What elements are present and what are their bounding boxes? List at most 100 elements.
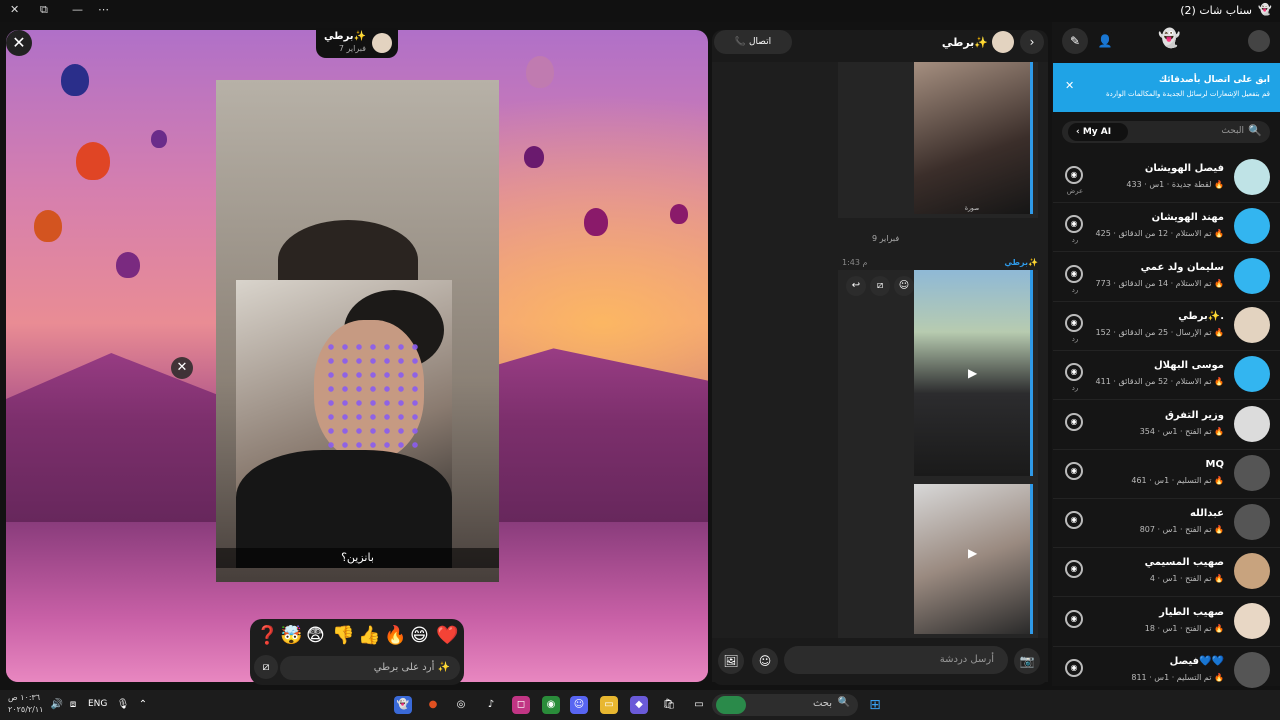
friend-status: تم الإرسال · 25 من الدقائق · 152 🔥 [1095,327,1224,337]
new-chat-icon[interactable]: ✎ [1062,28,1088,54]
taskbar: ١٠:٣٦ ص ٢٠٢٥/٢/١١ 🔊 ⧈ ENG 🎙 ⌃ 👻 ● ◎ ♪ ◻ … [0,690,1280,720]
chevron-right-icon[interactable]: › [1020,30,1044,54]
reply-icon[interactable]: ↩ [846,276,866,296]
friend-row[interactable]: برطي✨. تم الإرسال · 25 من الدقائق · 152 🔥… [1053,301,1280,351]
friend-name: مهند الهويشان [1151,212,1224,224]
copilot-icon[interactable]: ◆ [630,696,648,714]
camera-icon[interactable]: ◉ [1065,511,1083,530]
friend-row[interactable]: صهيب الطيار تم الفتح · 1س · 18 🔥 ◉ [1053,597,1280,647]
close-window-button[interactable]: ✕ [10,3,19,16]
friend-row[interactable]: فيصل الهويشان لقطة جديدة · 1س · 433 🔥 ◉ عرض [1053,153,1280,203]
play-icon: ▶ [968,366,978,380]
snapchat-logo-icon: 👻 [1158,28,1181,49]
chrome-icon[interactable]: ◉ [542,696,560,714]
close-viewer-button[interactable]: ✕ [6,30,32,56]
language-indicator[interactable]: ENG [88,699,107,709]
reaction-thumbs-down[interactable]: 👎 [332,625,354,646]
camera-icon[interactable]: 📷 [1014,648,1040,674]
chat-contact-name: برطي✨ [941,36,988,49]
instagram-icon[interactable]: ◻ [512,696,530,714]
task-view-icon[interactable]: ▭ [690,696,708,714]
media-message[interactable]: ↩ ⧄ ☺ ▶ ▶ [838,270,1038,660]
video-thumbnail[interactable]: ▶ [914,484,1033,634]
snapchat-app-icon[interactable]: 👻 [394,696,412,714]
date-separator: 9 فبراير [872,234,900,243]
reply-input[interactable]: أرد على برطي ✨ [280,656,460,680]
media-thumbnail[interactable]: صورة [914,62,1033,214]
friend-row[interactable]: فيصل💙💙 تم التسليم · 1س · 811 🔥 ◉ [1053,646,1280,696]
close-photo-button[interactable]: ✕ [171,357,193,379]
camera-icon[interactable]: ◉ [1065,166,1083,184]
friend-row[interactable]: صهيب المسيمي تم الفتح · 1س · 4 🔥 ◉ [1053,547,1280,598]
balloon-image [76,142,110,180]
friend-name: عبدالله [1189,508,1224,520]
app-icon[interactable]: ● [424,696,442,714]
banner-title: ابق على اتصال بأصدقائك [1158,75,1270,85]
call-button[interactable]: 📞 اتصال [714,30,792,54]
friend-row[interactable]: مهند الهويشان تم الاستلام · 12 من الدقائق… [1053,202,1280,253]
story-sender[interactable]: برطي✨ 7 فبراير [316,28,398,58]
friend-row[interactable]: MQ تم التسليم · 1س · 461 🔥 ◉ [1053,449,1280,499]
camera-icon[interactable]: ◉ [1065,412,1083,431]
microphone-icon[interactable]: 🎙 [114,696,132,714]
network-icon[interactable]: ⧈ [64,696,82,714]
gallery-icon[interactable]: 🖼 [718,648,744,674]
friend-name: MQ [1205,458,1224,470]
friend-status: تم التسليم · 1س · 461 🔥 [1131,475,1224,485]
store-icon[interactable]: 🛍 [660,696,678,714]
banner-text[interactable]: قم بتفعيل الإشعارات لرسائل الجديدة والمك… [1106,90,1270,98]
search-bar[interactable]: 🔍 البحث ‹ My AI [1062,121,1270,143]
add-friend-icon[interactable]: 👤 [1092,28,1118,54]
my-ai-button[interactable]: ‹ My AI [1068,123,1128,141]
reaction-thumbs-up[interactable]: 👍 [358,625,380,646]
reaction-bar: ❓ 🤯 😨 👎 👍 🔥 😄 ❤️ ⧄ أرد على برطي ✨ [250,619,464,685]
more-options-button[interactable]: ⋯ [98,3,109,16]
camera-icon[interactable]: ◉ [1065,659,1083,677]
app-icon[interactable]: ◎ [452,696,470,714]
avatar [1234,652,1270,688]
emoji-icon[interactable]: ☺ [752,648,778,674]
chat-header: 📞 اتصال برطي✨ › [712,30,1048,58]
reaction-scared[interactable]: 😨 [306,625,325,646]
friend-row[interactable]: سليمان ولد عمي تم الاستلام · 14 من الدقائ… [1053,252,1280,302]
reaction-question[interactable]: ❓ [256,625,278,646]
reaction-mindblown[interactable]: 🤯 [280,625,302,646]
close-banner-icon[interactable]: ✕ [1065,79,1074,92]
save-icon[interactable]: ⧄ [870,276,890,296]
reaction-fire[interactable]: 🔥 [384,625,406,646]
camera-icon[interactable]: ◉ [1065,313,1083,332]
discord-icon[interactable]: ☺ [570,696,588,714]
camera-icon[interactable]: ◉ [1065,215,1083,234]
friend-row[interactable]: عبدالله تم الفتح · 1س · 807 🔥 ◉ [1053,498,1280,549]
media-message[interactable]: صورة [838,62,1038,218]
search-input[interactable]: البحث [1221,126,1244,136]
camera-icon[interactable]: ◉ [1065,363,1083,382]
file-explorer-icon[interactable]: ▭ [600,696,618,714]
reaction-heart[interactable]: ❤️ [436,625,458,646]
emoji-react-icon[interactable]: ☺ [894,276,914,296]
restore-window-button[interactable]: ⧉ [40,3,48,17]
chat-input[interactable]: أرسل دردشة [784,646,1008,674]
camera-icon[interactable]: ◉ [1065,461,1083,480]
reaction-laugh[interactable]: 😄 [410,625,429,646]
friend-row[interactable]: موسى البهلال تم الاستلام · 52 من الدقائق … [1053,350,1280,401]
avatar [372,33,392,53]
profile-avatar[interactable] [1248,30,1270,52]
friend-status: تم الاستلام · 52 من الدقائق · 411 🔥 [1095,377,1224,387]
row-action-label: عرض [1066,187,1084,195]
chevron-up-icon[interactable]: ⌃ [134,696,152,714]
taskbar-search[interactable]: 🔍 بحث [712,694,858,716]
sticker-icon[interactable]: ⧄ [254,655,278,679]
minimize-window-button[interactable]: — [72,3,83,16]
friend-name: موسى البهلال [1153,360,1224,372]
camera-icon[interactable]: ◉ [1065,264,1083,283]
windows-start-icon[interactable]: ⊞ [866,696,884,714]
tiktok-icon[interactable]: ♪ [482,696,500,714]
taskbar-search-input[interactable]: بحث [813,698,832,709]
friend-row[interactable]: وزير التفرق تم الفتح · 1س · 354 🔥 ◉ [1053,400,1280,450]
friend-name: وزير التفرق [1164,409,1224,421]
video-thumbnail[interactable]: ▶ [914,270,1033,476]
avatar [1234,504,1270,541]
camera-icon[interactable]: ◉ [1065,609,1083,628]
camera-icon[interactable]: ◉ [1065,560,1083,579]
